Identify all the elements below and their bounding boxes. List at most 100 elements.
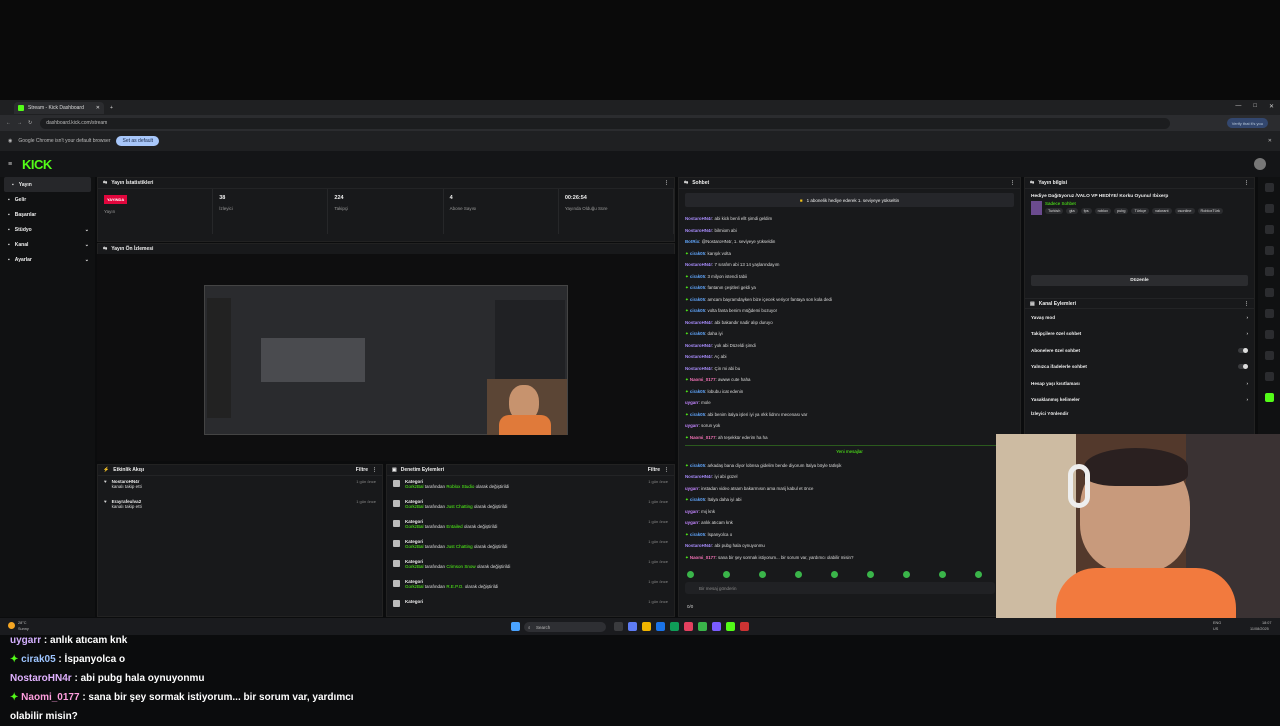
chat-username[interactable]: cirak05 bbox=[690, 285, 705, 290]
browser-tab[interactable]: Stream - Kick Dashboard ✕ bbox=[14, 101, 104, 114]
chat-username[interactable]: cirak05 bbox=[690, 463, 705, 468]
taskbar-app-icon[interactable] bbox=[684, 622, 693, 631]
chat-message[interactable]: ✦ cirak05: arkadaş bana diyor lobnsa gid… bbox=[685, 460, 1014, 472]
set-default-button[interactable]: Set as default bbox=[116, 136, 160, 146]
chat-username[interactable]: cirak05 bbox=[690, 297, 705, 302]
taskbar-app-icon[interactable] bbox=[698, 622, 707, 631]
more-icon[interactable]: ⋮ bbox=[664, 180, 669, 186]
emote-icon[interactable] bbox=[867, 571, 874, 578]
new-messages-divider[interactable]: Yeni mesajlar bbox=[685, 445, 1014, 458]
sidebar-item-studio[interactable]: ▪ Stüdyo ⌄ bbox=[0, 222, 95, 237]
list-item[interactable]: Kategori GorkzBal tarafından Just Chattin… bbox=[387, 536, 674, 556]
toggle-switch[interactable] bbox=[1238, 347, 1248, 353]
channel-action-item[interactable]: Yasaklanmış kelimeler › bbox=[1025, 392, 1254, 409]
chat-message[interactable]: ✦ Naomi_0177: sana bir şey sormak istiyo… bbox=[685, 552, 1014, 564]
more-icon[interactable]: ⋮ bbox=[1244, 180, 1249, 186]
list-item[interactable]: Kategori GorkzBal tarafından Crimson Snow… bbox=[387, 556, 674, 576]
moderator-name[interactable]: GorkzBal bbox=[405, 564, 424, 569]
activity-filter-button[interactable]: Filtre bbox=[356, 467, 368, 473]
channel-action-item[interactable]: Yavaş mod › bbox=[1025, 309, 1254, 326]
chat-message[interactable]: uygarr: instadan video atsam bakarmısın … bbox=[685, 483, 1014, 495]
emote-icon[interactable] bbox=[687, 571, 694, 578]
chat-username[interactable]: cirak05 bbox=[690, 251, 705, 256]
chat-message[interactable]: ✦ cirak05: abi benim italya işleri iyi y… bbox=[685, 409, 1014, 421]
stream-tag[interactable]: roblox bbox=[1094, 208, 1112, 214]
chevron-right-icon[interactable]: › bbox=[1246, 381, 1248, 386]
forward-icon[interactable]: → bbox=[17, 120, 22, 126]
chat-username[interactable]: BotRix bbox=[685, 239, 699, 244]
back-icon[interactable]: ← bbox=[6, 120, 11, 126]
chat-message[interactable]: ✦ cirak05: 3 milyon istendi tabii bbox=[685, 271, 1014, 283]
chat-username[interactable]: NostaroHN4r bbox=[685, 216, 712, 221]
moderator-name[interactable]: GorkzBal bbox=[405, 524, 424, 529]
chat-username[interactable]: uygarr bbox=[685, 423, 699, 428]
chat-username[interactable]: NostaroHN4r bbox=[685, 474, 712, 479]
chat-username[interactable]: cirak05 bbox=[690, 308, 705, 313]
chat-username[interactable]: NostaroHN4r bbox=[685, 228, 712, 233]
chevron-down-icon[interactable]: ⌄ bbox=[85, 242, 89, 248]
stream-tag[interactable]: RobloxTürk bbox=[1197, 208, 1223, 214]
chat-message[interactable]: uygarr: mıj knk bbox=[685, 506, 1014, 518]
moderator-name[interactable]: GorkzBal bbox=[405, 584, 424, 589]
sidebar-item-channel[interactable]: ▪ Kanal ⌄ bbox=[0, 237, 95, 252]
chat-username[interactable]: NostaroHN4r bbox=[685, 354, 712, 359]
stream-tag[interactable]: Turkish bbox=[1045, 208, 1064, 214]
list-item[interactable]: Kategori GorkzBal tarafından Entailed ola… bbox=[387, 516, 674, 536]
date[interactable]: 11/08/2025 bbox=[1250, 627, 1269, 631]
stream-tag[interactable]: Türkçe bbox=[1131, 208, 1150, 214]
emote-icon[interactable] bbox=[795, 571, 802, 578]
chat-message[interactable]: NostaroHN4r: abi kick benli ellt şimdi g… bbox=[685, 213, 1014, 225]
chat-message[interactable]: NostaroHN4r: Çin mi abi bu bbox=[685, 363, 1014, 375]
taskbar-app-icon[interactable] bbox=[726, 622, 735, 631]
chat-username[interactable]: Naomi_0177 bbox=[690, 435, 716, 440]
chevron-right-icon[interactable]: › bbox=[1246, 331, 1248, 336]
chat-username[interactable]: cirak05 bbox=[690, 532, 705, 537]
stream-tag[interactable]: valorant bbox=[1152, 208, 1172, 214]
close-infobar-icon[interactable]: ✕ bbox=[1268, 138, 1272, 144]
lang-label[interactable]: ENG bbox=[1213, 621, 1221, 625]
chevron-down-icon[interactable]: ⌄ bbox=[85, 257, 89, 263]
taskbar-app-icon[interactable] bbox=[740, 622, 749, 631]
moderator-name[interactable]: GorkzBal bbox=[405, 544, 424, 549]
chevron-right-icon[interactable]: › bbox=[1246, 397, 1248, 402]
chat-message[interactable]: ✦ cirak05: lobubu icat edenin bbox=[685, 386, 1014, 398]
emote-icon[interactable] bbox=[975, 571, 982, 578]
chat-message[interactable]: ✦ Naomi_0177: awww cute haha bbox=[685, 374, 1014, 386]
chat-message[interactable]: uygarr: anlık atıcam knk bbox=[685, 517, 1014, 529]
list-item[interactable]: ♥ NostaroHN4r kanalı takip etti 1 gün önce bbox=[98, 476, 382, 496]
taskbar-app-icon[interactable] bbox=[656, 622, 665, 631]
chat-username[interactable]: cirak05 bbox=[690, 331, 705, 336]
channel-action-item[interactable]: İzleyici Yönlendir bbox=[1025, 408, 1254, 418]
chat-message[interactable]: uygarr: mole bbox=[685, 397, 1014, 409]
bolt-icon[interactable] bbox=[1264, 246, 1274, 255]
chat-message[interactable]: ✦ cirak05: volta fanta benim müğdemi boz… bbox=[685, 305, 1014, 317]
chat-username[interactable]: uygarr bbox=[685, 400, 699, 405]
link-icon[interactable] bbox=[1264, 372, 1274, 381]
taskbar-app-icon[interactable] bbox=[628, 622, 637, 631]
chat-message[interactable]: NostaroHN4r: yok abi Düzeldi şimdi bbox=[685, 340, 1014, 352]
category-name[interactable]: Sadece Sohbet bbox=[1045, 201, 1248, 206]
sidebar-item-trophy[interactable]: ▪ Başarılar bbox=[0, 207, 95, 222]
channel-action-item[interactable]: Hesap yaşı kısıtlaması › bbox=[1025, 375, 1254, 392]
taskbar-app-icon[interactable] bbox=[642, 622, 651, 631]
chat-username[interactable]: NostaroHN4r bbox=[685, 343, 712, 348]
channel-action-item[interactable]: Abonelere özel sohbet bbox=[1025, 342, 1254, 359]
sidebar-item-broadcast[interactable]: ▪ Yayın bbox=[4, 177, 91, 192]
channel-action-item[interactable]: Yalnızca ifadelerle sohbet bbox=[1025, 359, 1254, 376]
chart-icon[interactable] bbox=[1264, 330, 1274, 339]
list-item[interactable]: Kategori GorkzBal tarafından R.E.P.O. ola… bbox=[387, 576, 674, 596]
channel-action-item[interactable]: Takipçilere özel sohbet › bbox=[1025, 326, 1254, 343]
tool-icon[interactable] bbox=[1264, 351, 1274, 360]
user-icon[interactable] bbox=[1264, 183, 1274, 192]
chat-username[interactable]: cirak05 bbox=[690, 412, 705, 417]
swap-icon[interactable] bbox=[1264, 309, 1274, 318]
lang-label-2[interactable]: US bbox=[1213, 627, 1218, 631]
close-tab-icon[interactable]: ✕ bbox=[96, 105, 100, 111]
chat-username[interactable]: cirak05 bbox=[690, 274, 705, 279]
chat-message[interactable]: ✦ cirak05: İspanyolca o bbox=[685, 529, 1014, 541]
stream-tag[interactable]: csonline bbox=[1174, 208, 1195, 214]
emote-icon[interactable] bbox=[723, 571, 730, 578]
pencil-icon[interactable] bbox=[1264, 204, 1274, 213]
chat-username[interactable]: NostaroHN4r bbox=[685, 366, 712, 371]
stream-tag[interactable]: pubg bbox=[1114, 208, 1129, 214]
